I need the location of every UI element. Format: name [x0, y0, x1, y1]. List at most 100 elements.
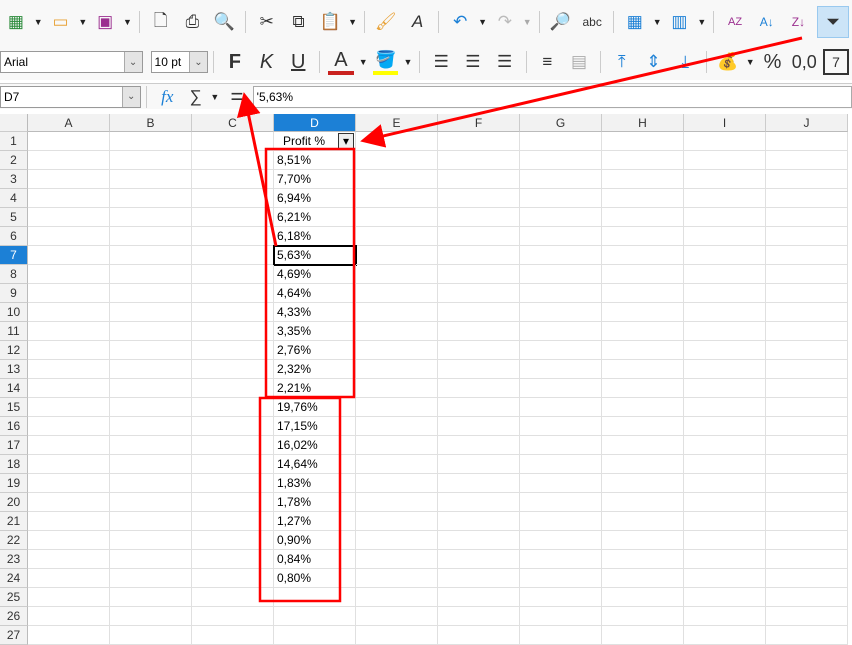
cell-g5[interactable]: [520, 208, 602, 227]
row-header-5[interactable]: 5: [0, 208, 28, 227]
cell-d12[interactable]: 2,76%: [274, 341, 356, 360]
cell-e21[interactable]: [356, 512, 438, 531]
cell-i17[interactable]: [684, 436, 766, 455]
cell-e13[interactable]: [356, 360, 438, 379]
cell-e2[interactable]: [356, 151, 438, 170]
clone-formatting-icon[interactable]: 🖌: [373, 9, 399, 35]
cell-b5[interactable]: [110, 208, 192, 227]
cell-h6[interactable]: [602, 227, 684, 246]
cell-f11[interactable]: [438, 322, 520, 341]
row-header-22[interactable]: 22: [0, 531, 28, 550]
cell-i12[interactable]: [684, 341, 766, 360]
cell-b18[interactable]: [110, 455, 192, 474]
cell-a24[interactable]: [28, 569, 110, 588]
cell-b20[interactable]: [110, 493, 192, 512]
cell-a2[interactable]: [28, 151, 110, 170]
cell-d21[interactable]: 1,27%: [274, 512, 356, 531]
cell-j6[interactable]: [766, 227, 848, 246]
cell-c16[interactable]: [192, 417, 274, 436]
cell-d6[interactable]: 6,18%: [274, 227, 356, 246]
cell-h26[interactable]: [602, 607, 684, 626]
cell-b10[interactable]: [110, 303, 192, 322]
cell-i26[interactable]: [684, 607, 766, 626]
cell-a13[interactable]: [28, 360, 110, 379]
cell-j3[interactable]: [766, 170, 848, 189]
cell-g12[interactable]: [520, 341, 602, 360]
cell-f7[interactable]: [438, 246, 520, 265]
cell-d1[interactable]: Profit % ▾: [274, 132, 356, 151]
cell-f12[interactable]: [438, 341, 520, 360]
cell-g8[interactable]: [520, 265, 602, 284]
cell-b3[interactable]: [110, 170, 192, 189]
row-header-24[interactable]: 24: [0, 569, 28, 588]
cell-g18[interactable]: [520, 455, 602, 474]
cell-i9[interactable]: [684, 284, 766, 303]
autofilter-dropdown-button[interactable]: ▾: [338, 133, 354, 149]
name-box[interactable]: D7 ⌄: [0, 85, 141, 108]
cell-c23[interactable]: [192, 550, 274, 569]
cell-i6[interactable]: [684, 227, 766, 246]
cell-b4[interactable]: [110, 189, 192, 208]
cell-f21[interactable]: [438, 512, 520, 531]
function-wizard-icon[interactable]: fx: [155, 84, 180, 110]
cell-e7[interactable]: [356, 246, 438, 265]
cell-a5[interactable]: [28, 208, 110, 227]
bold-button[interactable]: F: [222, 49, 248, 75]
align-middle-icon[interactable]: ⇕: [641, 49, 667, 75]
align-right-icon[interactable]: ☰: [492, 49, 518, 75]
cell-c18[interactable]: [192, 455, 274, 474]
cell-a10[interactable]: [28, 303, 110, 322]
row-header-13[interactable]: 13: [0, 360, 28, 379]
row-header-12[interactable]: 12: [0, 341, 28, 360]
cell-h22[interactable]: [602, 531, 684, 550]
cell-h17[interactable]: [602, 436, 684, 455]
cell-e8[interactable]: [356, 265, 438, 284]
cell-e9[interactable]: [356, 284, 438, 303]
row-header-3[interactable]: 3: [0, 170, 28, 189]
cell-h14[interactable]: [602, 379, 684, 398]
sum-icon[interactable]: ∑: [183, 84, 208, 110]
cell-g19[interactable]: [520, 474, 602, 493]
cell-d25[interactable]: [274, 588, 356, 607]
cell-j18[interactable]: [766, 455, 848, 474]
row-header-17[interactable]: 17: [0, 436, 28, 455]
cell-b7[interactable]: [110, 246, 192, 265]
cell-f13[interactable]: [438, 360, 520, 379]
row-header-18[interactable]: 18: [0, 455, 28, 474]
cell-a12[interactable]: [28, 341, 110, 360]
cell-a15[interactable]: [28, 398, 110, 417]
cell-c8[interactable]: [192, 265, 274, 284]
cell-e17[interactable]: [356, 436, 438, 455]
row-header-2[interactable]: 2: [0, 151, 28, 170]
cell-i21[interactable]: [684, 512, 766, 531]
cell-c3[interactable]: [192, 170, 274, 189]
cell-j20[interactable]: [766, 493, 848, 512]
cell-j22[interactable]: [766, 531, 848, 550]
cell-c19[interactable]: [192, 474, 274, 493]
cell-d20[interactable]: 1,78%: [274, 493, 356, 512]
new-spreadsheet-icon[interactable]: ▦: [3, 9, 29, 35]
cell-g23[interactable]: [520, 550, 602, 569]
cell-c11[interactable]: [192, 322, 274, 341]
row-header-15[interactable]: 15: [0, 398, 28, 417]
cell-j15[interactable]: [766, 398, 848, 417]
cell-f9[interactable]: [438, 284, 520, 303]
cell-f4[interactable]: [438, 189, 520, 208]
cell-c9[interactable]: [192, 284, 274, 303]
cell-a20[interactable]: [28, 493, 110, 512]
cell-b15[interactable]: [110, 398, 192, 417]
cell-d4[interactable]: 6,94%: [274, 189, 356, 208]
cell-i13[interactable]: [684, 360, 766, 379]
cell-g16[interactable]: [520, 417, 602, 436]
cell-h7[interactable]: [602, 246, 684, 265]
cell-j10[interactable]: [766, 303, 848, 322]
cell-b14[interactable]: [110, 379, 192, 398]
cell-a8[interactable]: [28, 265, 110, 284]
cell-g21[interactable]: [520, 512, 602, 531]
cell-h5[interactable]: [602, 208, 684, 227]
spellcheck-icon[interactable]: abc: [579, 9, 605, 35]
cell-a26[interactable]: [28, 607, 110, 626]
cell-c21[interactable]: [192, 512, 274, 531]
italic-button[interactable]: K: [254, 49, 280, 75]
font-name-select[interactable]: Arial ⌄: [0, 51, 143, 73]
